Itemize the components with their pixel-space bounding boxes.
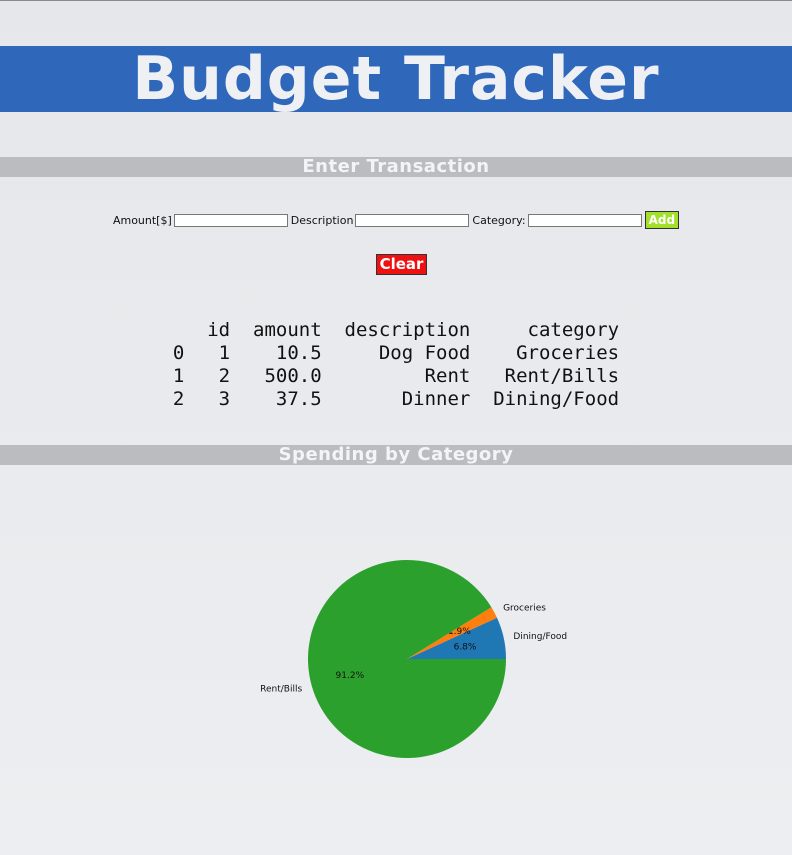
table-row: 2 3 37.5 Dinner Dining/Food (173, 388, 619, 410)
table-cell: 2 (184, 365, 231, 387)
table-row: 1 2 500.0 Rent Rent/Bills (173, 365, 619, 387)
page-title: Budget Tracker (132, 44, 660, 114)
table-cell: Rent/Bills (470, 365, 620, 387)
pie-percent-label: 6.8% (454, 642, 477, 652)
pie-category-label: Dining/Food (513, 632, 567, 642)
add-button[interactable]: Add (644, 211, 680, 229)
pie-chart-svg: Dining/Food6.8%Groceries1.9%Rent/Bills91… (260, 560, 567, 758)
spending-by-category-header: Spending by Category (0, 445, 792, 465)
spending-pie-chart: Dining/Food 6.8% Groceries 1.9% Rent/Bills 91… (0, 500, 792, 830)
table-header-cell: category (470, 319, 620, 341)
pie-category-label: Groceries (503, 604, 546, 614)
table-cell: 10.5 (230, 342, 322, 364)
table-header-cell: id (184, 319, 231, 341)
category-input[interactable] (527, 213, 642, 227)
table-cell: Rent (321, 365, 471, 387)
table-cell: 1 (172, 365, 185, 387)
table-cell: Dining/Food (470, 388, 620, 410)
table-header-cell (173, 319, 184, 341)
title-banner: Budget Tracker (0, 46, 792, 112)
transactions-table-text: id amount description category 0 1 10.5 … (173, 319, 619, 411)
pie-category-label: Rent/Bills (260, 685, 302, 695)
table-cell: Dinner (321, 388, 471, 410)
transactions-table: id amount description category 0 1 10.5 … (0, 319, 792, 411)
pie-slice-rent-bills (308, 560, 506, 758)
table-cell: 2 (172, 388, 185, 410)
clear-button[interactable]: Clear (376, 254, 427, 275)
table-cell: 500.0 (230, 365, 322, 387)
table-cell: 0 (172, 342, 185, 364)
table-cell: Groceries (470, 342, 620, 364)
window-top-border (0, 0, 792, 1)
spending-by-category-title: Spending by Category (278, 444, 514, 465)
enter-transaction-header: Enter Transaction (0, 157, 792, 177)
table-header-cell: description (321, 319, 471, 341)
table-row: 0 1 10.5 Dog Food Groceries (173, 342, 619, 364)
table-cell: Dog Food (321, 342, 471, 364)
table-cell: 37.5 (230, 388, 322, 410)
description-label: Description (290, 213, 354, 227)
description-input[interactable] (355, 213, 470, 227)
table-cell: 1 (184, 342, 231, 364)
table-cell: 3 (184, 388, 231, 410)
transaction-form: Amount[$] Description Category: Add (0, 210, 792, 230)
category-label: Category: (472, 213, 526, 227)
enter-transaction-title: Enter Transaction (302, 156, 490, 177)
pie-percent-label: 91.2% (336, 671, 365, 681)
amount-label: Amount[$] (112, 213, 172, 227)
table-header-cell: amount (230, 319, 322, 341)
amount-input[interactable] (173, 213, 288, 227)
table-header-row: id amount description category (173, 319, 619, 341)
